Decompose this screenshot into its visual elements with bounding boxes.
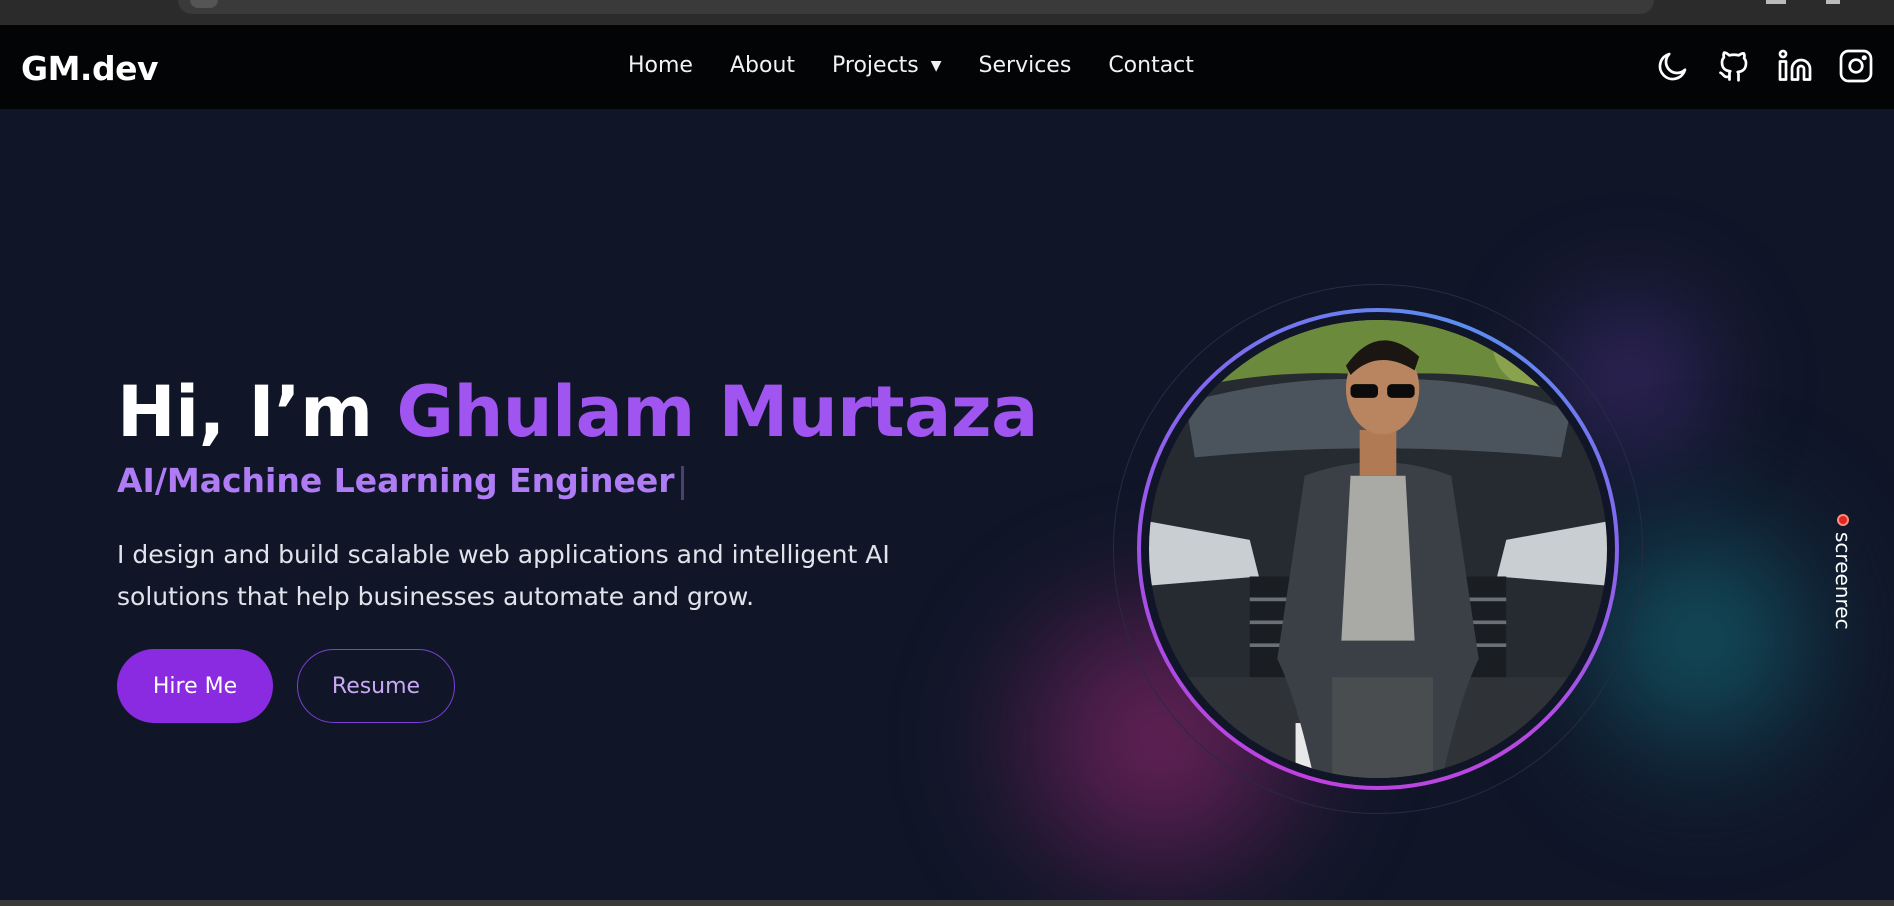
site-logo[interactable]: GM.dev	[21, 49, 158, 88]
hero-name: Ghulam Murtaza	[396, 371, 1039, 453]
moon-icon[interactable]	[1655, 48, 1691, 84]
browser-control-icon[interactable]	[1826, 0, 1840, 4]
hero-role: AI/Machine Learning Engineer	[117, 461, 684, 500]
profile-avatar-ring	[1137, 308, 1619, 790]
nav-link-label: Contact	[1108, 53, 1194, 78]
nav-link-projects[interactable]: Projects ▼	[832, 53, 942, 78]
profile-photo	[1149, 320, 1607, 778]
hero-description: I design and build scalable web applicat…	[117, 540, 890, 611]
instagram-icon[interactable]	[1838, 48, 1874, 84]
github-icon[interactable]	[1716, 48, 1752, 84]
nav-link-label: About	[729, 53, 796, 78]
nav-links: Home About Projects ▼ Services Contact	[628, 53, 1231, 78]
nav-link-contact[interactable]: Contact	[1108, 53, 1194, 78]
hero-role-text: AI/Machine Learning Engineer	[117, 461, 675, 500]
typing-cursor	[680, 465, 684, 500]
resume-button[interactable]: Resume	[297, 649, 455, 723]
browser-tab-indicator	[190, 0, 218, 8]
browser-control-icon[interactable]	[1766, 0, 1786, 4]
navbar: GM.dev Home About Projects ▼ Services Co…	[0, 25, 1894, 109]
screenrec-widget[interactable]: screenrec	[1828, 514, 1858, 644]
nav-link-label: Home	[628, 53, 693, 78]
profile-photo-image	[1149, 320, 1607, 778]
browser-address-bar[interactable]	[178, 0, 1654, 14]
hire-me-button[interactable]: Hire Me	[117, 649, 273, 723]
hero-greeting: Hi, I’m	[117, 371, 397, 453]
bottom-edge	[0, 900, 1894, 906]
record-icon	[1837, 514, 1849, 526]
nav-icons	[1655, 48, 1874, 84]
hero-heading: Hi, I’m Ghulam Murtaza	[117, 371, 1038, 453]
nav-link-services[interactable]: Services	[979, 53, 1072, 78]
nav-link-label: Services	[978, 53, 1072, 78]
browser-top-strip	[0, 0, 1894, 25]
caret-down-icon: ▼	[930, 57, 942, 74]
screenrec-label: screenrec	[1831, 532, 1855, 630]
nav-link-label: Projects	[832, 53, 919, 78]
linkedin-icon[interactable]	[1777, 48, 1813, 84]
nav-link-home[interactable]: Home	[628, 53, 693, 78]
nav-link-about[interactable]: About	[730, 53, 795, 78]
hero-section: Hi, I’m Ghulam Murtaza AI/Machine Learni…	[0, 109, 1894, 900]
